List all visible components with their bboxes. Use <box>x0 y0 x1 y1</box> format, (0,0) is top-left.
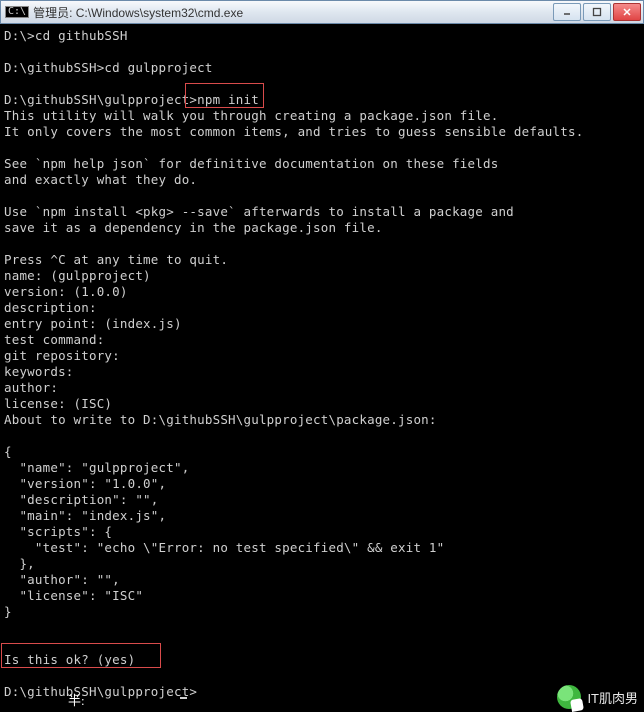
close-button[interactable] <box>613 3 641 21</box>
cmd-icon: C:\ <box>5 6 29 18</box>
text-cursor <box>180 697 187 699</box>
maximize-button[interactable] <box>583 3 611 21</box>
window-buttons <box>553 3 641 21</box>
window-title-path: C:\Windows\system32\cmd.exe <box>76 6 243 20</box>
window-titlebar: C:\ 管理员: C:\Windows\system32\cmd.exe <box>0 0 644 24</box>
ime-indicator: 半: <box>68 690 85 709</box>
window-title-prefix: 管理员: <box>33 6 76 20</box>
terminal-output[interactable]: D:\>cd githubSSH D:\githubSSH>cd gulppro… <box>0 24 644 704</box>
window-title: 管理员: C:\Windows\system32\cmd.exe <box>33 4 553 21</box>
minimize-button[interactable] <box>553 3 581 21</box>
